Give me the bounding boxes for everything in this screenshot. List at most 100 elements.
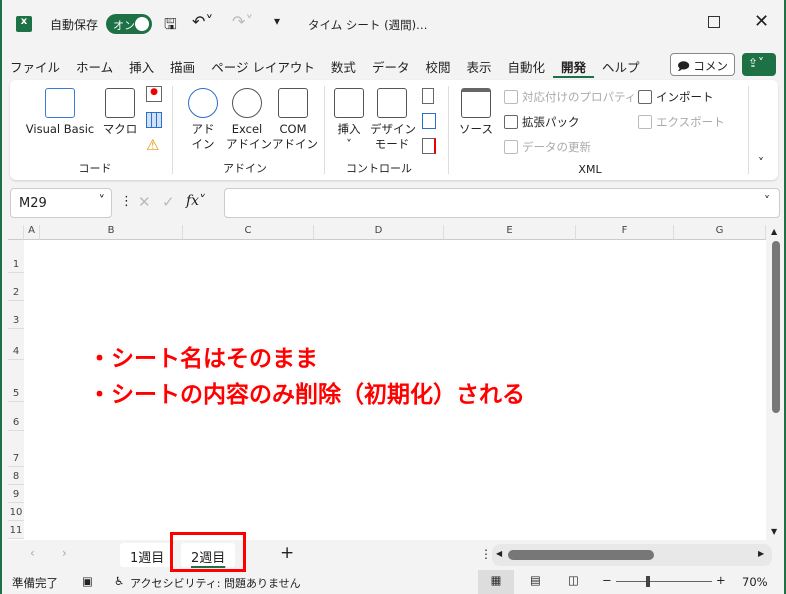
addin-button[interactable]: アド イン (186, 88, 220, 152)
sheet-tab-bar: ‹ › 1週目 2週目 + ⋮ ◀ ▶ (2, 532, 786, 572)
share-button[interactable]: ⇪˅ (742, 53, 776, 76)
autosave-toggle[interactable]: オン (106, 14, 152, 34)
name-box[interactable]: M29 ˅ (10, 188, 112, 218)
gear-icon (232, 88, 262, 118)
page-layout-view-icon[interactable]: ▤ (530, 573, 541, 587)
macro-security-icon[interactable]: ⚠ (146, 136, 159, 154)
new-sheet-icon[interactable]: + (280, 543, 294, 563)
com-addin-icon (278, 88, 308, 118)
column-header[interactable]: E (444, 225, 576, 240)
row-header[interactable]: 3 (8, 301, 24, 329)
zoom-out-icon[interactable]: − (602, 573, 612, 587)
annotation-text: ・シートの内容のみ削除（初期化）される (88, 382, 525, 408)
prev-sheet-icon[interactable]: ‹ (30, 546, 35, 560)
row-header[interactable]: 7 (8, 431, 24, 467)
annotation-text: ・シート名はそのまま (88, 346, 318, 372)
import-icon (638, 90, 652, 104)
ribbon-tab[interactable]: 校閲 (417, 52, 458, 78)
column-header[interactable]: C (183, 225, 314, 240)
map-properties-icon (504, 90, 518, 104)
horizontal-scrollbar[interactable]: ◀ ▶ (492, 544, 772, 566)
xml-source-icon (461, 88, 491, 118)
zoom-slider[interactable] (616, 576, 712, 587)
redo-icon[interactable]: ↷˅ (232, 12, 253, 31)
column-header[interactable]: G (674, 225, 766, 240)
normal-view-button[interactable]: ▦ (478, 570, 514, 594)
formula-input[interactable] (224, 188, 780, 218)
vertical-scroll-thumb[interactable] (772, 241, 780, 413)
expansion-packs-button[interactable]: 拡張パック (504, 114, 580, 130)
page-break-view-icon[interactable]: ◫ (568, 573, 579, 587)
row-header[interactable]: 11 (8, 521, 24, 539)
accessibility-status[interactable]: アクセシビリティ: 問題ありません (130, 575, 301, 591)
collapse-ribbon-icon[interactable]: ˅ (758, 156, 764, 170)
map-properties-button[interactable]: 対応付けのプロパティ (504, 89, 636, 105)
highlight-box (170, 532, 246, 572)
autosave-label: 自動保存 (50, 18, 99, 32)
ribbon-tab[interactable]: 数式 (323, 52, 364, 78)
save-icon[interactable]: 🖫 (164, 14, 177, 39)
ribbon-tab[interactable]: 描画 (162, 52, 203, 78)
refresh-data-button[interactable]: データの更新 (504, 139, 591, 155)
excel-addin-button[interactable]: Excel アドイン (226, 88, 272, 152)
com-addin-button[interactable]: COM アドイン (272, 88, 318, 152)
macro-record-icon[interactable]: ▣ (82, 574, 93, 588)
split-icon[interactable]: ⋮ (480, 547, 492, 561)
ribbon-tab[interactable]: ファイル (2, 52, 68, 78)
zoom-level[interactable]: 70% (742, 575, 768, 589)
cancel-icon[interactable]: ✕ (138, 193, 151, 211)
controls-group-label: コントロール (346, 162, 412, 175)
addins-group-label: アドイン (223, 162, 267, 175)
sheet-tab-1[interactable]: 1週目 (120, 543, 175, 567)
ribbon-tab[interactable]: ホーム (68, 52, 121, 78)
more-icon: ⋮ (120, 194, 133, 209)
horizontal-scroll-thumb[interactable] (508, 550, 654, 560)
visual-basic-button[interactable]: Visual Basic (22, 88, 98, 137)
addin-icon (188, 88, 218, 118)
vertical-scrollbar[interactable]: ▲ ▼ (768, 225, 784, 540)
undo-icon[interactable]: ↶˅ (192, 12, 213, 31)
insert-control-button[interactable]: 挿入 ˅ (332, 88, 366, 152)
column-header[interactable]: D (314, 225, 444, 240)
import-button[interactable]: インポート (638, 89, 714, 105)
maximize-icon[interactable] (708, 16, 720, 28)
row-header[interactable]: 1 (8, 240, 24, 273)
ribbon-tab[interactable]: ページ レイアウト (203, 52, 323, 78)
zoom-slider-thumb[interactable] (646, 576, 650, 587)
row-header[interactable]: 10 (8, 503, 24, 521)
insert-function-icon[interactable]: fx˅ (186, 193, 206, 209)
row-header[interactable]: 5 (8, 360, 24, 402)
relative-reference-icon[interactable] (146, 112, 162, 128)
ribbon-tab[interactable]: 開発 (553, 52, 595, 78)
row-header[interactable]: 9 (8, 485, 24, 503)
column-header[interactable]: A (24, 225, 40, 240)
zoom-in-icon[interactable]: + (716, 573, 726, 587)
comment-button[interactable]: 🗩 コメント (670, 53, 735, 93)
next-sheet-icon[interactable]: › (62, 546, 67, 560)
macro-button[interactable]: マクロ (102, 88, 138, 137)
row-header[interactable]: 4 (8, 329, 24, 360)
column-header[interactable]: B (40, 225, 183, 240)
run-dialog-icon[interactable] (422, 138, 436, 154)
ribbon-tab[interactable]: 表示 (458, 52, 499, 78)
source-button[interactable]: ソース (458, 88, 494, 137)
customize-qat-icon[interactable]: ▾ (274, 14, 280, 28)
toolbox-icon (334, 88, 364, 118)
design-mode-button[interactable]: デザイン モード (370, 88, 416, 152)
row-header[interactable]: 8 (8, 467, 24, 485)
enter-icon[interactable]: ✓ (162, 193, 175, 211)
export-button[interactable]: エクスポート (638, 114, 725, 130)
ribbon-tab[interactable]: 自動化 (499, 52, 553, 78)
ribbon-tab[interactable]: データ (364, 52, 418, 78)
ribbon-tab[interactable]: 挿入 (121, 52, 162, 78)
view-code-icon[interactable] (422, 113, 436, 129)
ribbon-tab[interactable]: ヘルプ (594, 52, 648, 78)
record-macro-icon[interactable]: ● (146, 86, 162, 102)
worksheet-grid[interactable]: A B C D E F G 1 2 3 4 5 6 7 8 9 10 11 ・シート名はそのまま・シートの内容のみ削… (8, 225, 766, 540)
excel-logo-icon: x (16, 16, 32, 32)
row-header[interactable]: 6 (8, 402, 24, 431)
row-header[interactable]: 2 (8, 273, 24, 301)
column-header[interactable]: F (576, 225, 674, 240)
properties-icon[interactable] (422, 88, 434, 104)
close-icon[interactable]: ✕ (754, 11, 769, 32)
